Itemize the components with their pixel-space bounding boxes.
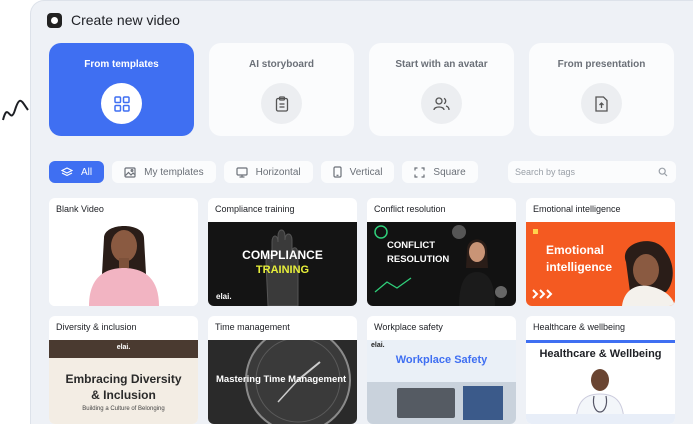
- file-upload-icon: [595, 95, 608, 112]
- filter-label: Vertical: [349, 166, 383, 178]
- from-presentation-card[interactable]: From presentation: [529, 43, 674, 136]
- template-thumbnail: COMPLIANCE TRAINING elai.: [208, 222, 357, 306]
- monitor-icon: [235, 166, 248, 178]
- layers-icon: [61, 166, 73, 176]
- filter-bar: All My templates Horizontal Vertical Squ…: [49, 161, 478, 183]
- grid-icon: [113, 95, 130, 112]
- template-card-conflict-resolution[interactable]: Conflict resolution CONFLICT RESOLUTION: [367, 198, 516, 306]
- source-cards: From templates AI storyboard Start with …: [49, 43, 674, 136]
- start-with-avatar-card[interactable]: Start with an avatar: [369, 43, 514, 136]
- template-card-diversity-inclusion[interactable]: Diversity & inclusion elai. Embracing Di…: [49, 316, 198, 424]
- template-card-time-management[interactable]: Time management Mastering Time Managemen…: [208, 316, 357, 424]
- laptop-desk-illustration: [367, 382, 516, 424]
- template-name: Workplace safety: [374, 322, 443, 332]
- template-card-healthcare-wellbeing[interactable]: Healthcare & wellbeing Healthcare & Well…: [526, 316, 675, 424]
- thumbnail-title: Mastering Time Management: [216, 374, 347, 385]
- template-card-workplace-safety[interactable]: Workplace safety elai. Workplace Safety: [367, 316, 516, 424]
- squiggle-decoration: [2, 99, 29, 121]
- template-thumbnail: Mastering Time Management: [208, 340, 357, 424]
- template-thumbnail: CONFLICT RESOLUTION: [367, 222, 516, 306]
- page-title: Create new video: [71, 12, 180, 28]
- template-name: Compliance training: [215, 204, 295, 214]
- filter-vertical[interactable]: Vertical: [320, 161, 395, 183]
- thumbnail-title: Emotional: [546, 243, 605, 257]
- template-name: Conflict resolution: [374, 204, 446, 214]
- search-icon: [658, 167, 668, 177]
- thumbnail-subtitle: RESOLUTION: [387, 254, 450, 265]
- brand-logo: elai.: [216, 292, 232, 301]
- thumbnail-title: Embracing Diversity: [65, 372, 182, 386]
- card-label: Start with an avatar: [395, 59, 488, 70]
- thumbnail-caption: Building a Culture of Belonging: [82, 406, 165, 412]
- thumbnail-subtitle: TRAINING: [255, 264, 310, 276]
- filter-label: Square: [433, 166, 466, 178]
- search-input[interactable]: Search by tags: [508, 161, 676, 183]
- thumbnail-title: COMPLIANCE: [242, 248, 323, 262]
- card-label: AI storyboard: [248, 59, 314, 70]
- search-placeholder: Search by tags: [515, 167, 576, 177]
- template-card-emotional-intelligence[interactable]: Emotional intelligence Emotional intelli…: [526, 198, 675, 306]
- template-name: Healthcare & wellbeing: [533, 322, 626, 332]
- filter-all[interactable]: All: [49, 161, 105, 183]
- create-video-panel: Create new video From templates AI story…: [30, 0, 693, 424]
- template-card-blank-video[interactable]: Blank Video: [49, 198, 198, 306]
- template-name: Time management: [215, 322, 290, 332]
- phone-icon: [333, 166, 342, 178]
- template-thumbnail: Healthcare & Wellbeing: [526, 340, 675, 424]
- template-name: Blank Video: [56, 204, 104, 214]
- template-grid: Blank Video Compliance training COMPLIAN…: [49, 198, 675, 424]
- users-icon: [433, 96, 450, 110]
- template-thumbnail: [49, 222, 198, 306]
- image-icon: [124, 166, 136, 178]
- thumbnail-subtitle: & Inclusion: [91, 388, 156, 402]
- filter-my-templates[interactable]: My templates: [112, 161, 216, 183]
- clipboard-icon: [275, 95, 288, 112]
- thumbnail-title: CONFLICT: [387, 240, 436, 251]
- filter-horizontal[interactable]: Horizontal: [223, 161, 313, 183]
- filter-label: Horizontal: [255, 166, 301, 178]
- video-camera-icon: [47, 12, 62, 28]
- square-crop-icon: [414, 166, 426, 178]
- panel-header: Create new video: [47, 11, 180, 29]
- from-templates-card[interactable]: From templates: [49, 43, 194, 136]
- ai-storyboard-card[interactable]: AI storyboard: [209, 43, 354, 136]
- template-name: Diversity & inclusion: [56, 322, 137, 332]
- doctor-illustration: [526, 369, 675, 424]
- template-thumbnail: Emotional intelligence: [526, 222, 675, 306]
- filter-label: All: [81, 166, 93, 178]
- thumbnail-subtitle: intelligence: [546, 260, 613, 274]
- template-thumbnail: elai. Embracing Diversity & Inclusion Bu…: [49, 340, 198, 424]
- avatar-woman-illustration: [89, 226, 159, 306]
- template-card-compliance-training[interactable]: Compliance training COMPLIANCE TRAINING …: [208, 198, 357, 306]
- template-name: Emotional intelligence: [533, 204, 621, 214]
- card-label: From templates: [84, 59, 159, 70]
- template-thumbnail: elai. Workplace Safety: [367, 340, 516, 424]
- filter-square[interactable]: Square: [402, 161, 478, 183]
- brand-logo: elai.: [116, 344, 131, 351]
- card-label: From presentation: [557, 59, 646, 70]
- filter-label: My templates: [144, 166, 204, 178]
